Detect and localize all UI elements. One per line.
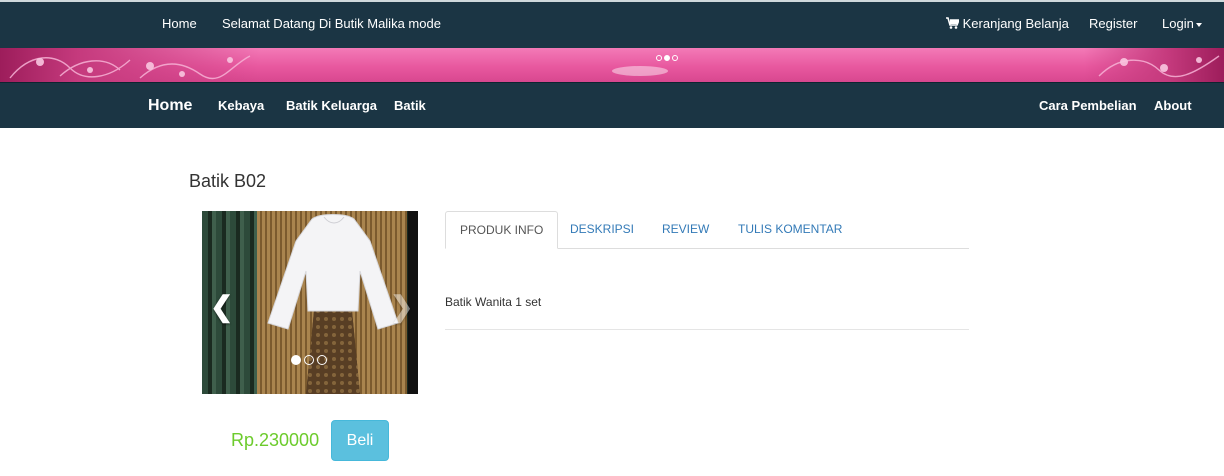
carousel-indicator-2[interactable] xyxy=(304,355,314,365)
tab-divider xyxy=(445,329,969,330)
buy-button[interactable]: Beli xyxy=(331,420,389,461)
nav-about[interactable]: About xyxy=(1154,98,1192,113)
product-info-text: Batik Wanita 1 set xyxy=(445,295,542,309)
chevron-left-icon[interactable]: ❮ xyxy=(210,293,233,321)
caret-down-icon xyxy=(1195,22,1202,27)
cart-label: Keranjang Belanja xyxy=(962,16,1069,31)
header-banner xyxy=(0,48,1224,82)
product-title: Batik B02 xyxy=(189,171,267,191)
product-tabs: PRODUK INFO DESKRIPSI REVIEW TULIS KOMEN… xyxy=(445,211,969,249)
product-carousel[interactable]: ❮ ❯ xyxy=(202,211,418,394)
nav-kebaya[interactable]: Kebaya xyxy=(218,98,264,113)
main-navbar: Home Kebaya Batik Keluarga Batik Cara Pe… xyxy=(0,82,1224,128)
tab-review[interactable]: REVIEW xyxy=(648,211,723,249)
tab-produk-info[interactable]: PRODUK INFO xyxy=(445,211,559,249)
tab-tulis-komentar[interactable]: TULIS KOMENTAR xyxy=(724,211,856,249)
product-price: Rp.230000 xyxy=(231,430,320,450)
top-home-link[interactable]: Home xyxy=(162,16,197,31)
carousel-indicator-1[interactable] xyxy=(291,355,301,365)
top-navbar: Home Selamat Datang Di Butik Malika mode… xyxy=(0,0,1224,48)
nav-cara-pembelian[interactable]: Cara Pembelian xyxy=(1039,98,1137,113)
carousel-indicators xyxy=(291,352,330,370)
floral-ornament-left-icon xyxy=(9,55,251,80)
nav-batik[interactable]: Batik xyxy=(394,98,426,113)
banner-glow xyxy=(612,66,668,76)
carousel-indicator-3[interactable] xyxy=(317,355,327,365)
cart-link[interactable]: Keranjang Belanja xyxy=(946,16,1069,31)
login-dropdown[interactable]: Login xyxy=(1162,16,1202,31)
floral-ornament-right-icon xyxy=(1098,55,1220,78)
brand-home-link[interactable]: Home xyxy=(148,97,192,115)
nav-batik-keluarga[interactable]: Batik Keluarga xyxy=(286,98,377,113)
welcome-link[interactable]: Selamat Datang Di Butik Malika mode xyxy=(222,16,441,31)
tab-deskripsi[interactable]: DESKRIPSI xyxy=(556,211,648,249)
banner-dots xyxy=(656,48,680,66)
chevron-right-icon[interactable]: ❯ xyxy=(390,293,413,321)
login-label: Login xyxy=(1162,16,1194,31)
shopping-cart-icon xyxy=(946,16,963,31)
register-link[interactable]: Register xyxy=(1089,16,1137,31)
